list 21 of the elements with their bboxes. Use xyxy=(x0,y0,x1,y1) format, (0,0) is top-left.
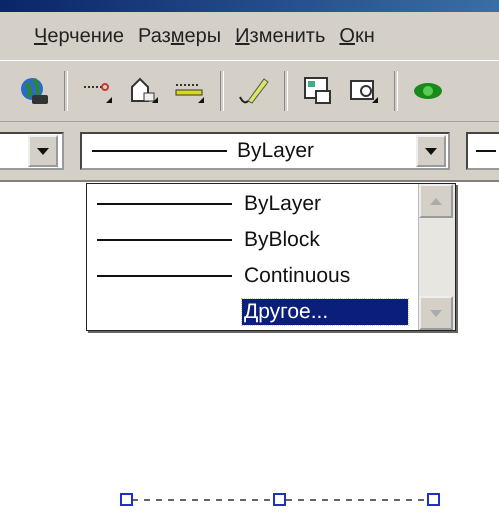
menu-item[interactable]: Окн xyxy=(339,24,375,48)
line-sample xyxy=(476,150,496,152)
lineweight-combo[interactable] xyxy=(466,132,499,170)
dropdown-button[interactable] xyxy=(28,135,58,167)
combo-value: ByLayer xyxy=(237,139,316,163)
list-item[interactable]: Continuous xyxy=(242,263,408,289)
linetype-combo[interactable]: ByLayer xyxy=(80,132,450,170)
down-arrow-icon xyxy=(37,148,49,154)
list-item[interactable]: Другое... xyxy=(242,299,408,325)
up-arrow-icon xyxy=(430,198,442,204)
menu-item[interactable]: Изменить xyxy=(235,24,326,48)
list-item[interactable]: ByLayer xyxy=(242,191,408,217)
color-combo[interactable] xyxy=(0,132,64,170)
menu-item[interactable]: Черчение xyxy=(34,24,124,48)
globe-icon[interactable] xyxy=(18,75,50,107)
down-arrow-icon xyxy=(425,148,437,154)
dropdown-button[interactable] xyxy=(416,135,446,167)
list-item[interactable]: ByBlock xyxy=(242,227,408,253)
down-arrow-icon xyxy=(430,310,442,316)
windows-icon[interactable] xyxy=(302,75,334,107)
menu-item[interactable]: Размеры xyxy=(138,24,222,48)
